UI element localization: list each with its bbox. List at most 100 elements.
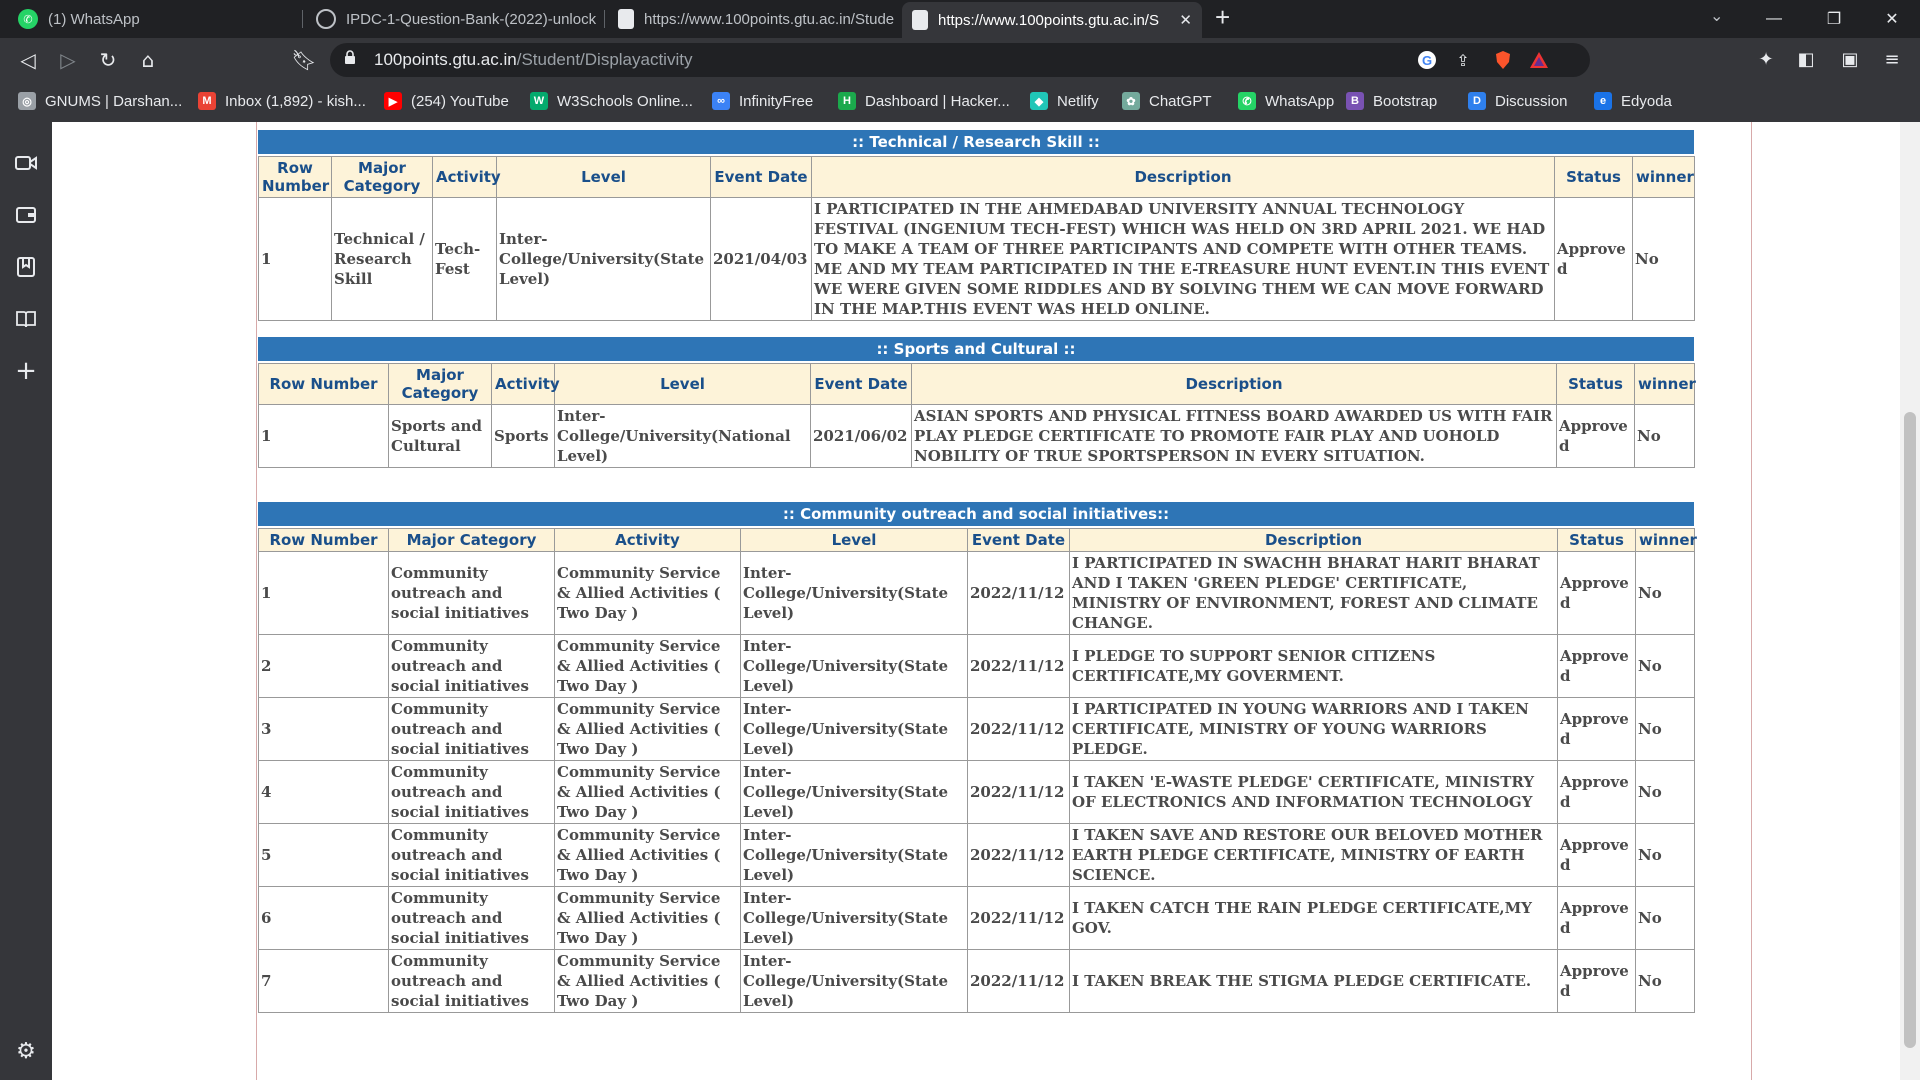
- reading-list-icon[interactable]: [13, 306, 39, 332]
- bookmark-item[interactable]: ◆ Netlify: [1030, 92, 1099, 110]
- row-number-cell: 5: [258, 823, 389, 887]
- tab-title: https://www.100points.gtu.ac.in/S: [938, 11, 1159, 29]
- table-row: 1 Community outreach and social initiativ…: [258, 551, 1695, 635]
- bookmark-item[interactable]: W W3Schools Online...: [530, 92, 693, 110]
- tab-strip: ✆ (1) WhatsApp IPDC-1-Question-Bank-(202…: [0, 0, 1920, 38]
- section-sports-cultural: :: Sports and Cultural :: Row Number Majo…: [258, 337, 1696, 468]
- bookmark-item[interactable]: e Edyoda: [1594, 92, 1672, 110]
- back-button[interactable]: ◁: [14, 46, 42, 74]
- video-icon[interactable]: [13, 150, 39, 176]
- column-header: Description: [1069, 528, 1558, 552]
- winner-cell: No: [1635, 886, 1695, 950]
- column-header: Level: [496, 156, 711, 198]
- home-button[interactable]: ⌂: [134, 46, 162, 74]
- browser-toolbar: ◁ ▷ ↻ ⌂ 🔖︎ 100points.gtu.ac.in/Student/D…: [0, 38, 1920, 82]
- minimize-button[interactable]: —: [1746, 0, 1802, 38]
- description-cell: I PLEDGE TO SUPPORT SENIOR CITIZENS CERT…: [1069, 634, 1558, 698]
- bookmark-item[interactable]: B Bootstrap: [1346, 92, 1437, 110]
- event-date-cell: 2022/11/12: [967, 551, 1070, 635]
- event-date-cell: 2022/11/12: [967, 634, 1070, 698]
- description-cell: I PARTICIPATED IN SWACHH BHARAT HARIT BH…: [1069, 551, 1558, 635]
- tab-whatsapp[interactable]: ✆ (1) WhatsApp: [8, 0, 300, 38]
- status-cell: Approved: [1557, 760, 1636, 824]
- reload-button[interactable]: ↻: [94, 46, 122, 74]
- status-cell: Approved: [1556, 404, 1635, 468]
- row-number-cell: 6: [258, 886, 389, 950]
- column-header: Event Date: [967, 528, 1070, 552]
- table-row: 6 Community outreach and social initiativ…: [258, 886, 1695, 950]
- tab-question-bank[interactable]: IPDC-1-Question-Bank-(2022)-unlock: [306, 0, 602, 38]
- bookmark-item[interactable]: ✿ ChatGPT: [1122, 92, 1212, 110]
- url-text: 100points.gtu.ac.in/Student/Displayactiv…: [374, 50, 693, 69]
- bookmark-label: Netlify: [1057, 92, 1099, 110]
- whatsapp-icon: ✆: [1238, 92, 1256, 110]
- activity-cell: Community Service & Allied Activities ( …: [554, 760, 741, 824]
- menu-icon[interactable]: ≡: [1880, 47, 1904, 71]
- major-category-cell: Technical / Research Skill: [331, 197, 433, 321]
- column-header: Activity: [491, 363, 560, 405]
- level-cell: Inter-College/University(State Level): [740, 760, 968, 824]
- browser-sidebar: + ⚙: [0, 122, 52, 1080]
- tab-title: (1) WhatsApp: [48, 10, 140, 28]
- brave-shields-icon[interactable]: [1492, 49, 1514, 71]
- bookmark-item[interactable]: ✆ WhatsApp: [1238, 92, 1334, 110]
- globe-icon: [316, 9, 336, 29]
- bookmark-item[interactable]: H Dashboard | Hacker...: [838, 92, 1010, 110]
- table-row: 7 Community outreach and social initiativ…: [258, 949, 1695, 1013]
- table-row: 4 Community outreach and social initiativ…: [258, 760, 1695, 824]
- bookmark-label: Discussion: [1495, 92, 1568, 110]
- section-community-outreach: :: Community outreach and social initiat…: [258, 502, 1697, 1013]
- status-cell: Approved: [1557, 886, 1636, 950]
- bookmark-item[interactable]: ∞ InfinityFree: [712, 92, 813, 110]
- column-header: Event Date: [810, 363, 912, 405]
- row-number-cell: 1: [258, 197, 332, 321]
- major-category-cell: Community outreach and social initiative…: [388, 760, 555, 824]
- bookmark-label: WhatsApp: [1265, 92, 1335, 110]
- description-cell: I PARTICIPATED IN THE AHMEDABAD UNIVERSI…: [811, 197, 1555, 321]
- column-header: Major Category: [388, 363, 492, 405]
- page-scrollbar[interactable]: [1900, 122, 1920, 1080]
- winner-cell: No: [1634, 404, 1695, 468]
- wallet-sidebar-icon[interactable]: [13, 202, 39, 228]
- close-window-button[interactable]: ✕: [1864, 0, 1920, 38]
- table-header-row: Row Number Major Category Activity Level Eve…: [258, 156, 1695, 198]
- tab-gtu-active[interactable]: https://www.100points.gtu.ac.in/S ✕: [902, 2, 1202, 38]
- bookmark-item[interactable]: D Discussion: [1468, 92, 1568, 110]
- share-icon[interactable]: ⇪: [1452, 49, 1474, 71]
- scrollbar-thumb[interactable]: [1904, 412, 1916, 1048]
- settings-gear-icon[interactable]: ⚙: [13, 1038, 39, 1064]
- major-category-cell: Community outreach and social initiative…: [388, 886, 555, 950]
- row-number-cell: 7: [258, 949, 389, 1013]
- wallet-icon[interactable]: ▣: [1838, 47, 1862, 71]
- sidebar-toggle-icon[interactable]: ◧: [1794, 47, 1818, 71]
- google-icon[interactable]: G: [1416, 49, 1438, 71]
- bookmark-icon[interactable]: 🔖︎: [290, 46, 318, 74]
- column-header: Description: [911, 363, 1557, 405]
- extensions-icon[interactable]: ✦: [1754, 47, 1778, 71]
- brave-rewards-icon[interactable]: [1528, 49, 1550, 71]
- restore-button[interactable]: ❐: [1806, 0, 1862, 38]
- close-tab-icon[interactable]: ✕: [1179, 11, 1192, 29]
- column-header: Description: [811, 156, 1555, 198]
- winner-cell: No: [1635, 760, 1695, 824]
- column-header: Status: [1556, 363, 1635, 405]
- tab-gtu-student[interactable]: https://www.100points.gtu.ac.in/Stude: [608, 0, 900, 38]
- new-tab-button[interactable]: +: [1215, 2, 1230, 33]
- major-category-cell: Community outreach and social initiative…: [388, 551, 555, 635]
- bookmarks-bar: ◎ GNUMS | Darshan... M Inbox (1,892) - kish…: [0, 82, 1920, 122]
- bookmarks-sidebar-icon[interactable]: [13, 254, 39, 280]
- tab-search-chevron-icon[interactable]: ⌄: [1710, 6, 1723, 26]
- event-date-cell: 2022/11/12: [967, 886, 1070, 950]
- bookmark-item[interactable]: M Inbox (1,892) - kish...: [198, 92, 366, 110]
- table-header-row: Row Number Major Category Activity Level Eve…: [258, 363, 1696, 405]
- winner-cell: No: [1635, 634, 1695, 698]
- forward-button[interactable]: ▷: [54, 46, 82, 74]
- address-bar[interactable]: 100points.gtu.ac.in/Student/Displayactiv…: [330, 43, 1590, 77]
- status-cell: Approved: [1557, 697, 1636, 761]
- add-icon[interactable]: +: [13, 356, 39, 386]
- row-number-cell: 1: [258, 404, 389, 468]
- bookmark-item[interactable]: ◎ GNUMS | Darshan...: [18, 92, 182, 110]
- bookmark-item[interactable]: ▶ (254) YouTube: [384, 92, 509, 110]
- section-title: :: Sports and Cultural ::: [258, 337, 1694, 361]
- description-cell: I TAKEN 'E-WASTE PLEDGE' CERTIFICATE, MI…: [1069, 760, 1558, 824]
